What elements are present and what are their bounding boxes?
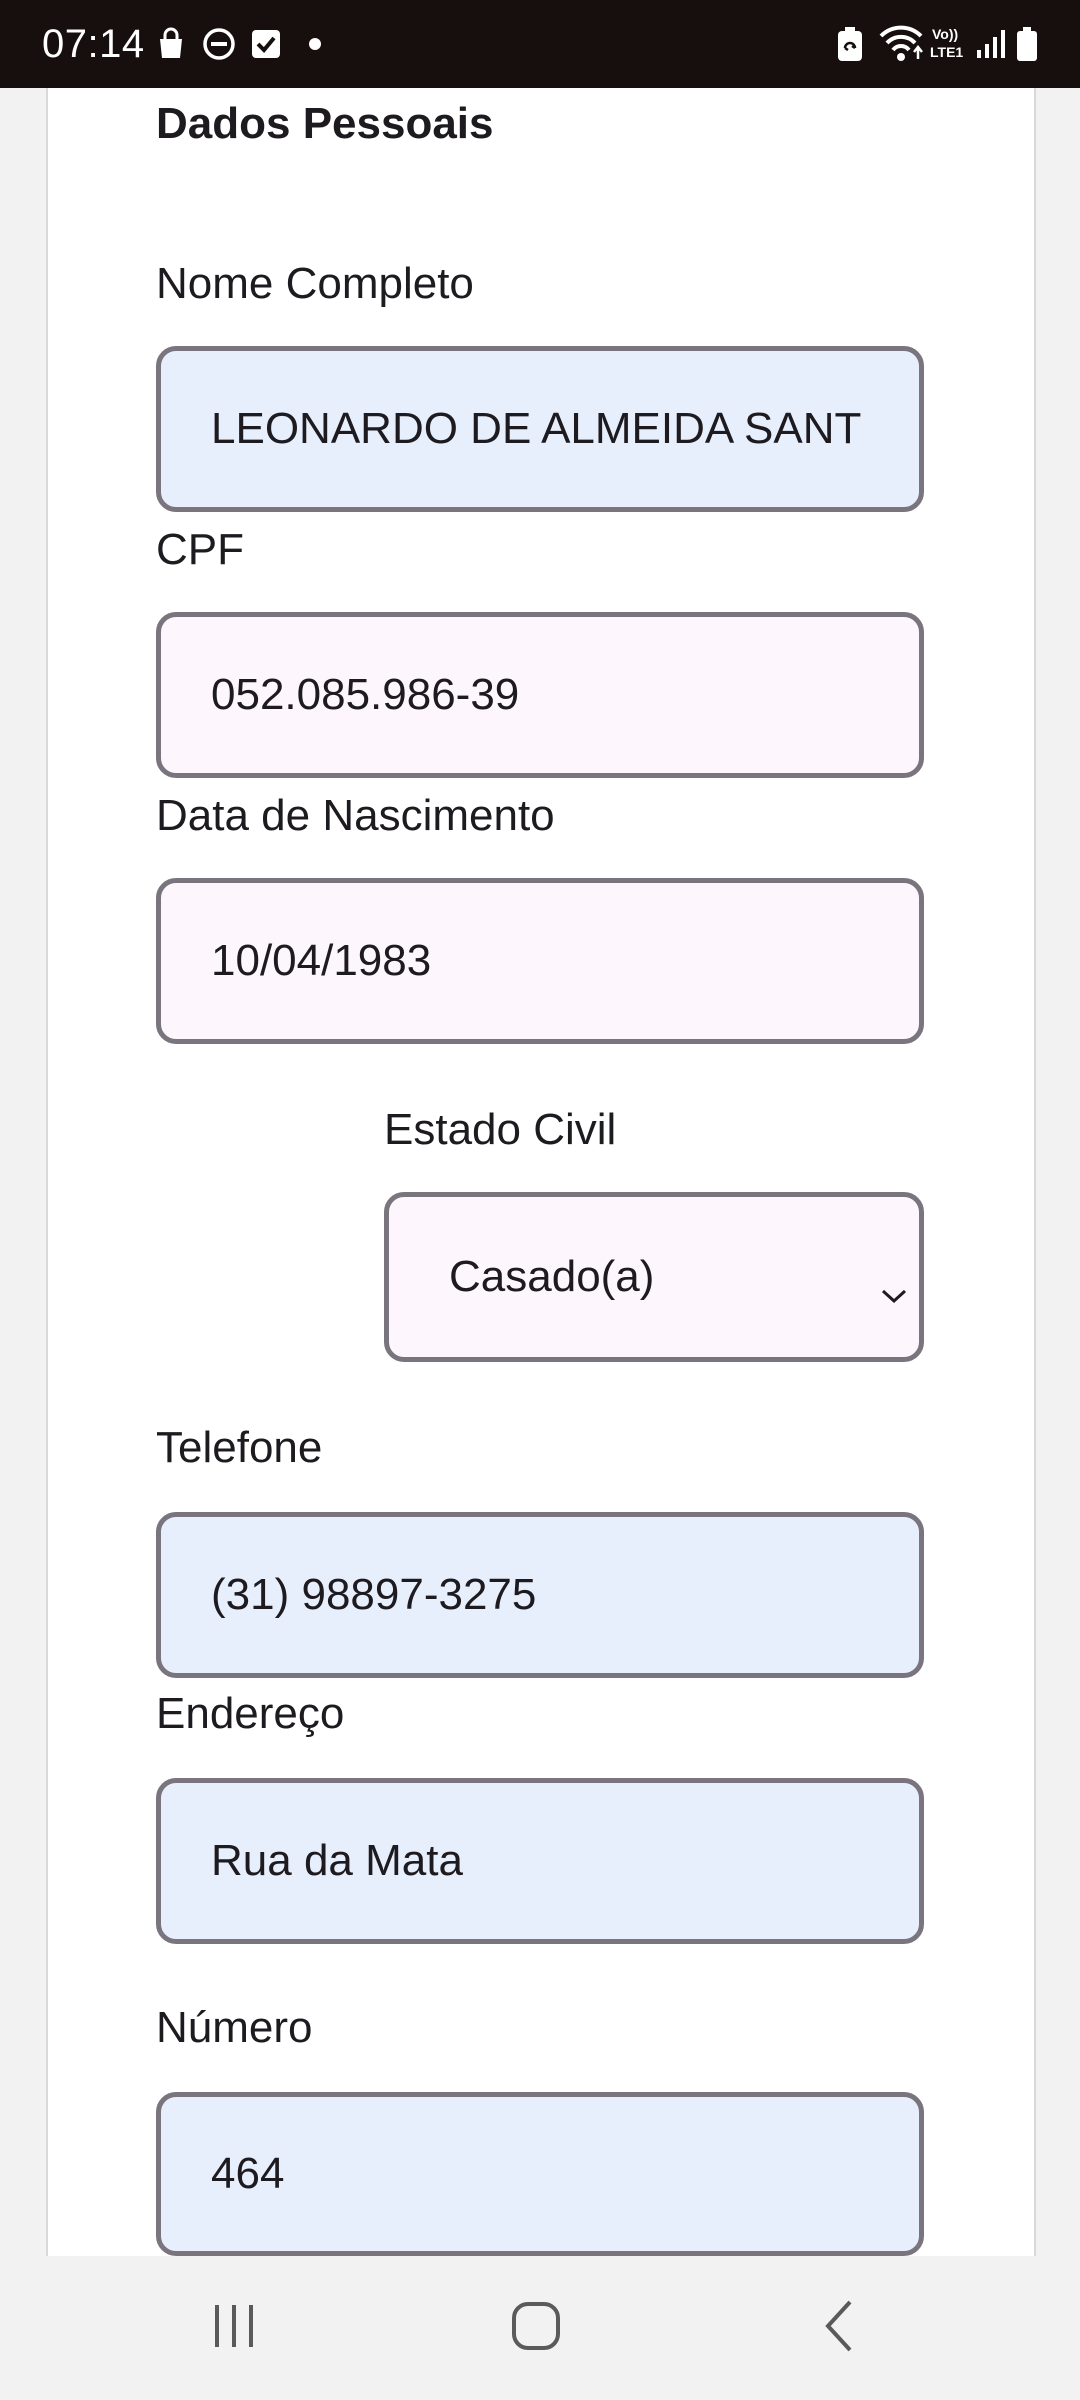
data-nascimento-value: 10/04/1983 [211,936,432,985]
numero-value: 464 [211,2149,285,2198]
back-icon [820,2298,860,2359]
battery-icon [1016,0,1038,88]
wifi-icon [878,0,924,88]
endereco-value: Rua da Mata [211,1836,463,1885]
do-not-disturb-icon [202,0,236,88]
nome-completo-label: Nome Completo [156,259,474,308]
signal-icon [976,0,1006,88]
recent-apps-button[interactable] [164,2256,304,2400]
estado-civil-label: Estado Civil [384,1105,617,1154]
endereco-label: Endereço [156,1689,345,1738]
status-bar: 07:14 Vo)) LTE1 [0,0,1080,88]
cpf-value: 052.085.986-39 [211,670,520,719]
section-title: Dados Pessoais [156,99,494,148]
battery-saver-icon [836,0,864,88]
navigation-bar [0,2256,1080,2400]
nome-completo-field[interactable]: LEONARDO DE ALMEIDA SANT [156,346,924,512]
back-button[interactable] [770,2256,910,2400]
telefone-field[interactable]: (31) 98897-3275 [156,1512,924,1678]
recent-apps-icon [209,2301,259,2356]
shopping-bag-icon [154,0,188,88]
estado-civil-select[interactable]: Casado(a) [384,1192,924,1362]
nome-completo-value: LEONARDO DE ALMEIDA SANT [211,404,862,453]
data-nascimento-field[interactable]: 10/04/1983 [156,878,924,1044]
volte-lte-icon: Vo)) LTE1 [930,0,970,88]
numero-field[interactable]: 464 [156,2092,924,2256]
telefone-value: (31) 98897-3275 [211,1570,537,1619]
dot-icon [308,0,322,88]
telefone-label: Telefone [156,1423,323,1472]
cpf-label: CPF [156,525,244,574]
numero-label: Número [156,2003,313,2052]
home-icon [510,2300,562,2357]
home-button[interactable] [466,2256,606,2400]
estado-civil-value: Casado(a) [449,1252,655,1301]
data-nascimento-label: Data de Nascimento [156,791,555,840]
chevron-down-icon [879,1267,909,1304]
svg-text:LTE1: LTE1 [930,44,963,60]
svg-text:Vo)): Vo)) [932,26,958,42]
checkbox-icon [250,0,282,88]
status-time: 07:14 [42,22,145,66]
endereco-field[interactable]: Rua da Mata [156,1778,924,1944]
cpf-field[interactable]: 052.085.986-39 [156,612,924,778]
